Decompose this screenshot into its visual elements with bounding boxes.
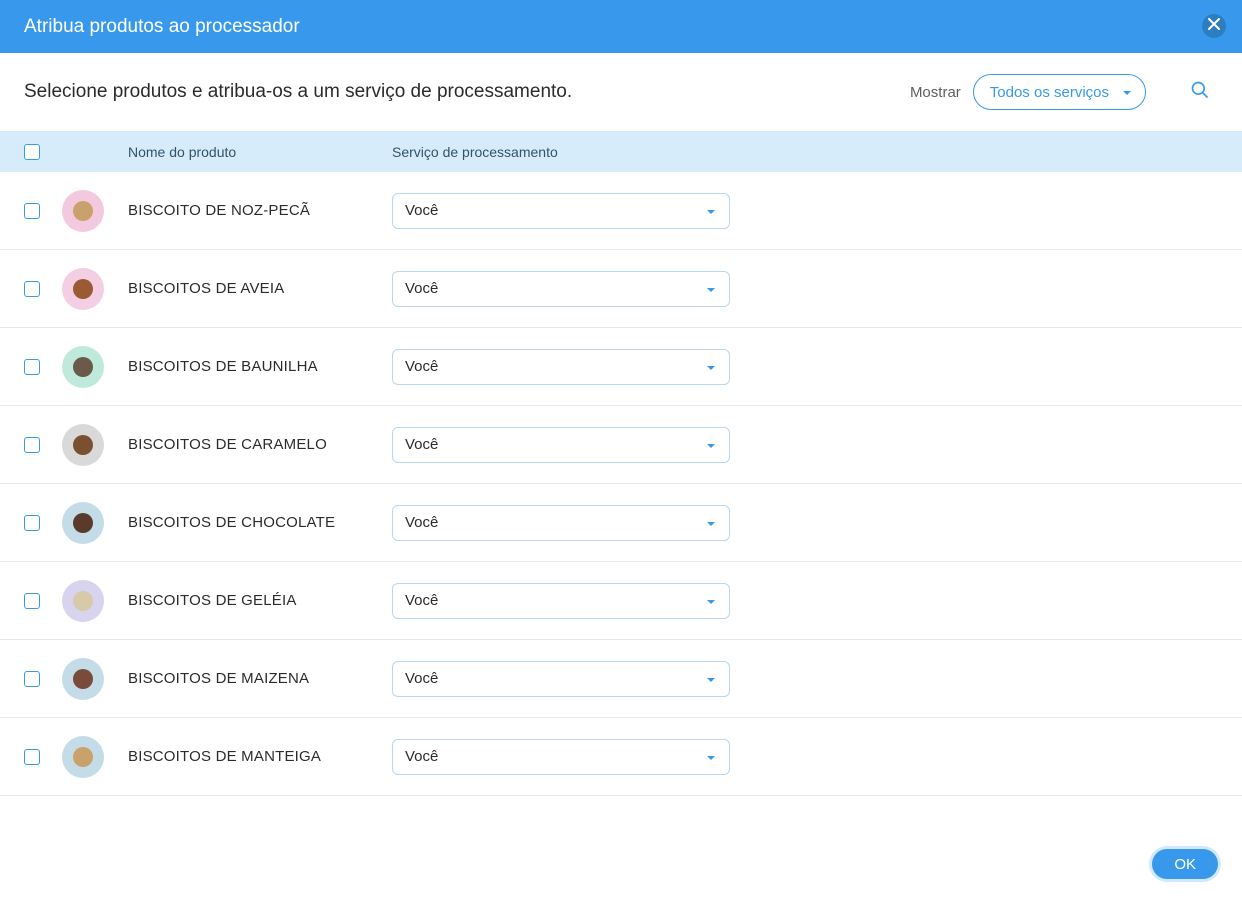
chevron-down-icon [1121,86,1133,98]
close-button[interactable] [1202,14,1226,38]
product-name: BISCOITOS DE GELÉIA [128,592,392,609]
row-checkbox[interactable] [24,749,40,765]
column-product-name: Nome do produto [128,144,392,160]
product-rows: BISCOITO DE NOZ-PECÃ Você BISCOITOS DE A… [0,172,1242,796]
close-icon [1208,17,1220,35]
product-name: BISCOITOS DE AVEIA [128,280,392,297]
row-check-cell [24,515,62,531]
row-checkbox[interactable] [24,281,40,297]
product-row: BISCOITOS DE CHOCOLATE Você [0,484,1242,562]
product-thumbnail [62,424,104,466]
ok-button[interactable]: OK [1152,849,1218,879]
row-check-cell [24,359,62,375]
row-checkbox[interactable] [24,593,40,609]
service-select[interactable]: Você [392,583,730,619]
service-select-value: Você [405,280,438,297]
row-check-cell [24,437,62,453]
service-select[interactable]: Você [392,739,730,775]
product-thumbnail [62,580,104,622]
chevron-down-icon [705,517,717,529]
service-select[interactable]: Você [392,271,730,307]
product-name: BISCOITOS DE BAUNILHA [128,358,392,375]
row-checkbox[interactable] [24,671,40,687]
column-processing-service: Serviço de processamento [392,144,1218,160]
row-check-cell [24,281,62,297]
filter-select[interactable]: Todos os serviços [973,74,1146,110]
column-header-row: Nome do produto Serviço de processamento [0,131,1242,172]
subheader: Selecione produtos e atribua-os a um ser… [0,53,1242,131]
product-thumbnail [62,346,104,388]
product-name: BISCOITOS DE CHOCOLATE [128,514,392,531]
product-row: BISCOITOS DE GELÉIA Você [0,562,1242,640]
service-select-value: Você [405,358,438,375]
search-icon [1190,80,1210,105]
service-select[interactable]: Você [392,661,730,697]
row-checkbox[interactable] [24,203,40,219]
product-thumbnail [62,736,104,778]
chevron-down-icon [705,673,717,685]
footer: OK [0,829,1242,899]
row-check-cell [24,671,62,687]
row-check-cell [24,593,62,609]
cookie-icon [73,201,93,221]
product-row: BISCOITOS DE MANTEIGA Você [0,718,1242,796]
service-select[interactable]: Você [392,193,730,229]
cookie-icon [73,747,93,767]
row-checkbox[interactable] [24,437,40,453]
subheader-controls: Mostrar Todos os serviços [910,74,1218,110]
instruction-text: Selecione produtos e atribua-os a um ser… [24,81,910,103]
product-thumbnail [62,190,104,232]
row-checkbox[interactable] [24,515,40,531]
titlebar: Atribua produtos ao processador [0,0,1242,53]
titlebar-title: Atribua produtos ao processador [24,16,300,38]
product-name: BISCOITOS DE MAIZENA [128,670,392,687]
service-select-value: Você [405,592,438,609]
service-select[interactable]: Você [392,427,730,463]
product-row: BISCOITOS DE AVEIA Você [0,250,1242,328]
product-name: BISCOITO DE NOZ-PECÃ [128,202,392,219]
cookie-icon [73,669,93,689]
chevron-down-icon [705,595,717,607]
row-checkbox[interactable] [24,359,40,375]
chevron-down-icon [705,439,717,451]
product-name: BISCOITOS DE MANTEIGA [128,748,392,765]
service-select-value: Você [405,436,438,453]
product-row: BISCOITOS DE CARAMELO Você [0,406,1242,484]
product-row: BISCOITOS DE BAUNILHA Você [0,328,1242,406]
chevron-down-icon [705,283,717,295]
chevron-down-icon [705,205,717,217]
service-select-value: Você [405,514,438,531]
service-select-value: Você [405,202,438,219]
service-select-value: Você [405,670,438,687]
filter-select-value: Todos os serviços [990,84,1109,101]
product-row: BISCOITOS DE MAIZENA Você [0,640,1242,718]
cookie-icon [73,591,93,611]
row-check-cell [24,749,62,765]
service-select[interactable]: Você [392,349,730,385]
ok-button-label: OK [1174,856,1196,873]
service-select[interactable]: Você [392,505,730,541]
select-all-checkbox[interactable] [24,144,40,160]
product-thumbnail [62,658,104,700]
row-check-cell [24,203,62,219]
search-button[interactable] [1182,74,1218,110]
show-label: Mostrar [910,84,961,101]
product-thumbnail [62,268,104,310]
select-all-cell [24,144,62,160]
cookie-icon [73,435,93,455]
product-name: BISCOITOS DE CARAMELO [128,436,392,453]
product-row: BISCOITO DE NOZ-PECÃ Você [0,172,1242,250]
chevron-down-icon [705,361,717,373]
chevron-down-icon [705,751,717,763]
cookie-icon [73,279,93,299]
cookie-icon [73,513,93,533]
product-thumbnail [62,502,104,544]
service-select-value: Você [405,748,438,765]
cookie-icon [73,357,93,377]
